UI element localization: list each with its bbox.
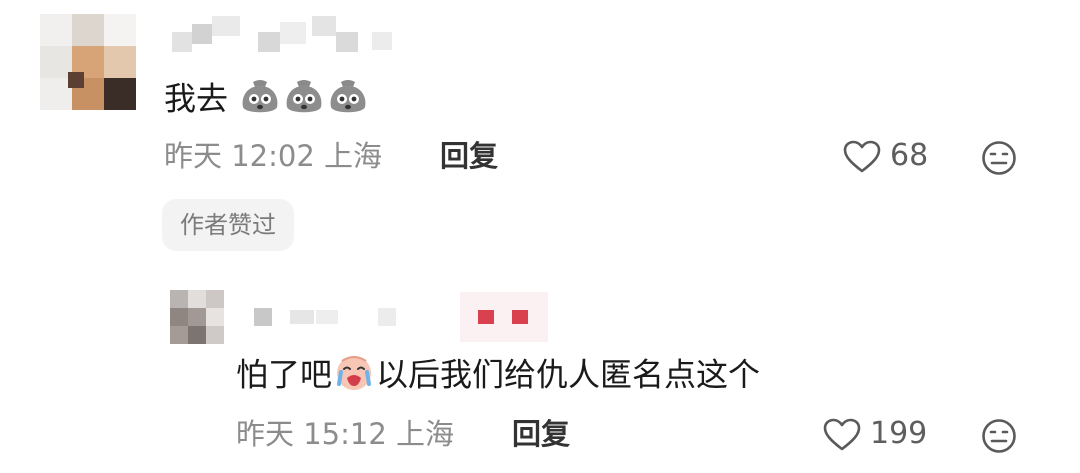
comment-text-after: 以后我们给仇人匿名点这个	[376, 355, 761, 394]
author-tag-redacted	[460, 292, 548, 342]
neutral-face-icon	[980, 419, 1018, 458]
comment-text: 我去	[164, 76, 370, 125]
like-button[interactable]: 199	[822, 416, 942, 454]
comment-text-main: 我去	[164, 79, 229, 118]
avatar[interactable]	[40, 14, 136, 110]
username-redacted[interactable]	[172, 16, 402, 56]
reply-button[interactable]: 回复	[512, 416, 570, 452]
like-count: 199	[870, 416, 928, 451]
comment-date: 昨天	[164, 139, 223, 173]
comment-time: 15:12	[303, 417, 387, 451]
sack-emoji	[238, 76, 282, 125]
comment-2: 怕了吧 以后我们给仇人匿名点这个 昨天 15:12 上海 回复 199	[0, 270, 1080, 473]
heart-icon	[822, 418, 862, 456]
comment-1: 我去 昨天 12:02 上海 回复 68 作者赞过	[0, 0, 1080, 270]
comment-location: 上海	[324, 139, 383, 173]
comment-text: 怕了吧 以后我们给仇人匿名点这个	[236, 352, 760, 401]
reply-button[interactable]: 回复	[440, 138, 498, 174]
author-liked-badge: 作者赞过	[162, 199, 294, 251]
comment-text-before: 怕了吧	[236, 355, 333, 394]
sack-emoji	[282, 76, 326, 125]
like-count: 68	[890, 138, 929, 173]
like-button[interactable]: 68	[842, 138, 942, 176]
comment-time: 12:02	[231, 139, 315, 173]
heart-icon	[842, 140, 882, 178]
comment-date: 昨天	[236, 417, 295, 451]
comment-meta: 昨天 12:02 上海	[164, 138, 382, 174]
sack-emoji	[326, 76, 370, 125]
username-redacted[interactable]	[254, 306, 404, 330]
crying-face-emoji	[332, 352, 376, 401]
comment-location: 上海	[396, 417, 455, 451]
neutral-face-icon	[980, 141, 1018, 180]
comment-meta: 昨天 15:12 上海	[236, 416, 454, 452]
dislike-button[interactable]	[980, 140, 1020, 176]
avatar[interactable]	[170, 290, 224, 344]
dislike-button[interactable]	[980, 418, 1020, 454]
